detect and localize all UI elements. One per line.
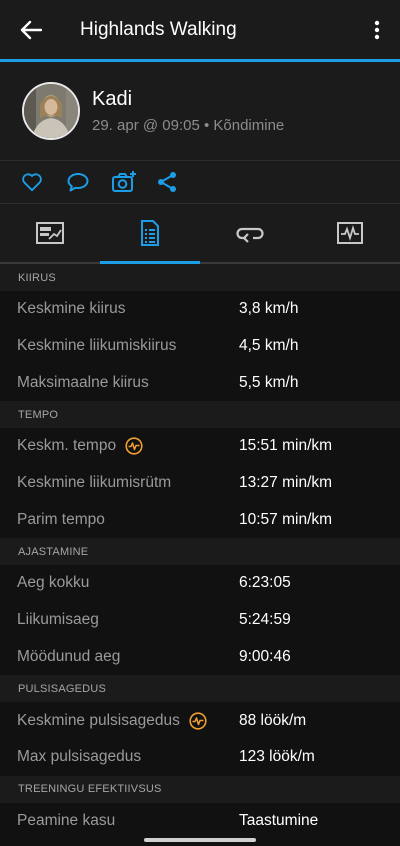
action-bar — [0, 161, 400, 204]
comment-button[interactable] — [66, 167, 111, 197]
stat-label-wrap: Keskm. tempo — [0, 437, 239, 456]
overview-icon — [36, 222, 64, 244]
back-button[interactable] — [0, 0, 62, 61]
stat-label: Keskmine liikumiskiirus — [17, 337, 177, 355]
stat-row: Möödunud aeg 9:00:46 — [0, 638, 400, 676]
stat-label: Keskmine pulsisagedus — [17, 711, 180, 729]
stat-value: 9:00:46 — [239, 647, 291, 665]
charts-icon — [337, 222, 363, 244]
share-icon — [158, 172, 176, 192]
stat-value: 3,8 km/h — [239, 300, 299, 318]
section-header-speed: KIIRUS — [0, 264, 400, 291]
stat-value: 13:27 min/km — [239, 474, 333, 492]
stat-label: Keskm. tempo — [17, 437, 117, 455]
tab-overview[interactable] — [0, 204, 100, 262]
stat-value: Taastumine — [239, 811, 319, 829]
stat-row: Peamine kasu Taastumine — [0, 802, 400, 840]
section-header-training-effect: TREENINGU EFEKTIIVSUS — [0, 775, 400, 803]
stat-value: 4,5 km/h — [239, 337, 299, 355]
section-header-pace: TEMPO — [0, 401, 400, 429]
section-header-heart-rate: PULSISAGEDUS — [0, 675, 400, 703]
laps-icon — [236, 227, 264, 243]
stat-row: Keskmine pulsisagedus 88 löök/m — [0, 702, 400, 739]
page-title: Highlands Walking — [80, 18, 237, 40]
heart-icon — [22, 173, 42, 192]
stat-row: Keskm. tempo 15:51 min/km — [0, 428, 400, 465]
heart-rate-icon[interactable] — [125, 437, 143, 456]
user-name: Kadi — [92, 88, 133, 110]
like-button[interactable] — [21, 167, 66, 197]
tab-charts[interactable] — [300, 204, 400, 262]
stat-row: Keskmine liikumisrütm 13:27 min/km — [0, 464, 400, 502]
stat-label: Peamine kasu — [17, 811, 116, 829]
stat-label: Keskmine kiirus — [17, 300, 126, 318]
stat-label: Liikumisaeg — [17, 611, 99, 629]
activity-header: Kadi 29. apr @ 09:05 • Kõndimine — [0, 62, 400, 161]
stats-list: KIIRUS Keskmine kiirus 3,8 km/h Keskmine… — [0, 264, 400, 840]
comment-icon — [67, 173, 89, 192]
more-vertical-icon — [374, 20, 380, 39]
tab-laps[interactable] — [200, 204, 300, 262]
stat-label-wrap: Keskmine pulsisagedus — [0, 712, 239, 730]
home-indicator[interactable] — [144, 838, 256, 842]
stat-label: Möödunud aeg — [17, 647, 121, 665]
more-options-button[interactable] — [354, 0, 400, 61]
add-photo-button[interactable] — [111, 167, 156, 197]
stat-value: 5,5 km/h — [239, 373, 299, 391]
section-header-timing: AJASTAMINE — [0, 538, 400, 566]
stat-row: Maksimaalne kiirus 5,5 km/h — [0, 364, 400, 402]
stat-label: Max pulsisagedus — [17, 748, 142, 766]
stat-row: Liikumisaeg 5:24:59 — [0, 601, 400, 639]
avatar-photo — [24, 84, 78, 138]
arrow-left-icon — [20, 20, 42, 39]
stats-list-icon — [141, 220, 159, 246]
tab-stats[interactable] — [100, 204, 200, 264]
app-bar: Highlands Walking — [0, 0, 400, 62]
stat-value: 15:51 min/km — [239, 437, 333, 455]
stat-value: 88 löök/m — [239, 711, 307, 729]
stat-label: Aeg kokku — [17, 574, 90, 592]
stat-row: Max pulsisagedus 123 löök/m — [0, 738, 400, 776]
heart-rate-icon[interactable] — [189, 711, 207, 730]
stat-label: Keskmine liikumisrütm — [17, 474, 172, 492]
stat-value: 123 löök/m — [239, 748, 315, 766]
avatar[interactable] — [22, 82, 80, 140]
stat-value: 5:24:59 — [239, 611, 291, 629]
add-photo-icon — [112, 171, 136, 192]
stat-label: Parim tempo — [17, 510, 105, 528]
stat-value: 6:23:05 — [239, 574, 291, 592]
activity-date-type: 29. apr @ 09:05 • Kõndimine — [92, 117, 285, 134]
stat-row: Keskmine liikumiskiirus 4,5 km/h — [0, 327, 400, 365]
stat-value: 10:57 min/km — [239, 510, 333, 528]
stat-label: Maksimaalne kiirus — [17, 373, 149, 391]
stat-row: Aeg kokku 6:23:05 — [0, 565, 400, 602]
share-button[interactable] — [156, 167, 201, 197]
stat-row: Keskmine kiirus 3,8 km/h — [0, 291, 400, 328]
stat-row: Parim tempo 10:57 min/km — [0, 501, 400, 539]
tab-bar — [0, 204, 400, 264]
